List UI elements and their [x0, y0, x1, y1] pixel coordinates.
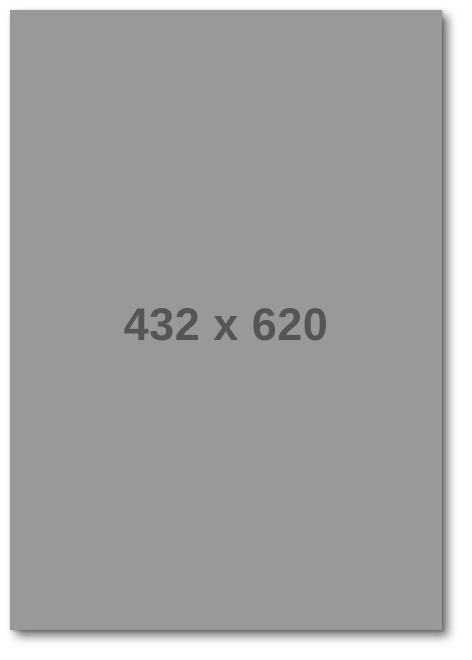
placeholder-dimensions-label: 432 x 620: [123, 298, 329, 350]
placeholder-image: 432 x 620: [10, 10, 442, 630]
page-canvas: 432 x 620: [0, 0, 472, 660]
